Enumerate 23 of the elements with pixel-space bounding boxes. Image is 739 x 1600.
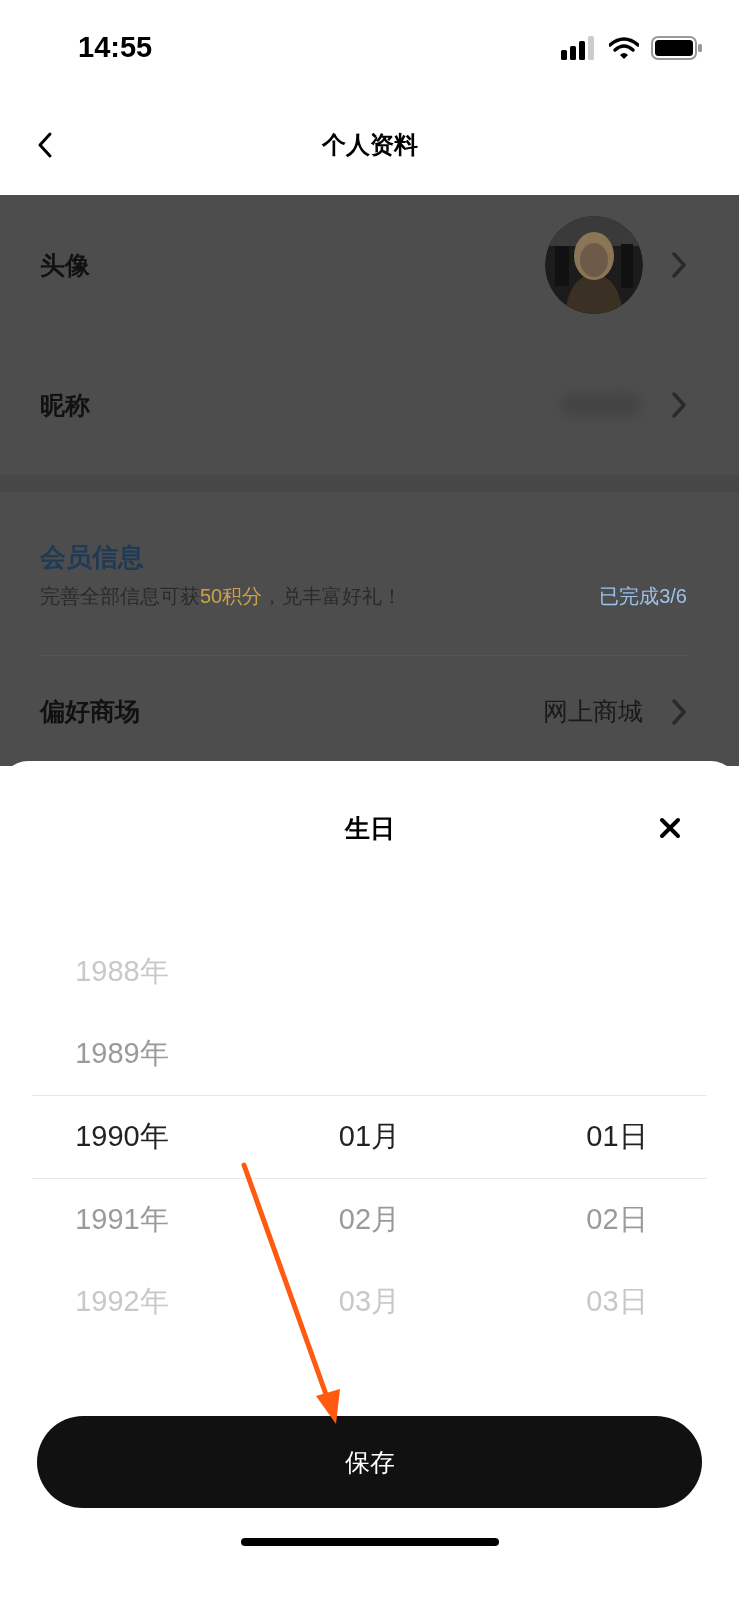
wifi-icon [609,36,639,59]
save-button[interactable]: 保存 [37,1416,702,1508]
day-option[interactable]: 01日 [586,1120,648,1152]
row-label: 昵称 [40,389,91,421]
progress-text: 已完成3/6 [599,584,687,609]
year-option[interactable]: 1990年 [75,1120,169,1152]
page-title: 个人资料 [321,130,418,160]
year-option[interactable]: 1989年 [75,1037,169,1069]
row-label: 头像 [40,249,91,281]
chevron-right-icon [671,251,687,279]
chevron-right-icon [671,697,687,726]
year-option[interactable]: 1991年 [75,1203,169,1235]
month-option[interactable]: 02月 [338,1203,401,1235]
status-time: 14:55 [78,31,153,64]
month-option[interactable]: 01月 [338,1120,401,1152]
back-icon[interactable] [36,131,54,159]
signal-icon [561,35,597,60]
chevron-right-icon [671,391,687,419]
sheet-title: 生日 [344,814,395,842]
close-icon[interactable] [659,817,681,839]
battery-icon [651,35,703,60]
day-option[interactable]: 02日 [586,1203,648,1235]
row-label: 偏好商场 [40,696,141,727]
